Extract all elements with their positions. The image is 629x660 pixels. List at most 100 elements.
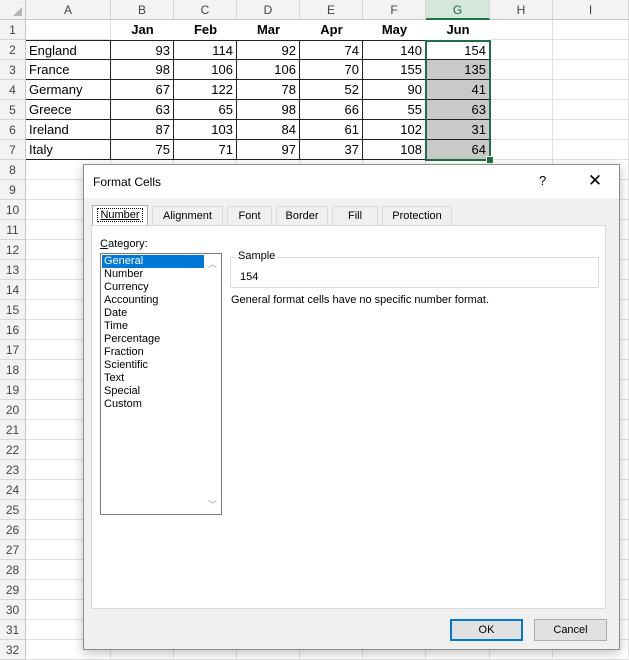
month-header-cell[interactable]: Jan — [111, 20, 174, 40]
value-cell[interactable]: 102 — [363, 120, 426, 140]
country-cell[interactable]: England — [26, 40, 111, 60]
category-item-number[interactable]: Number — [102, 268, 205, 281]
value-cell[interactable]: 92 — [237, 40, 300, 60]
value-cell[interactable]: 71 — [174, 140, 237, 160]
cancel-button[interactable]: Cancel — [534, 619, 607, 641]
value-cell[interactable]: 98 — [111, 60, 174, 80]
row-header-28[interactable]: 28 — [0, 560, 26, 580]
category-listbox[interactable]: General Number Currency Accounting Date Time P… — [100, 253, 222, 515]
category-item-percentage[interactable]: Percentage — [102, 333, 205, 346]
tab-fill[interactable]: Fill — [332, 206, 378, 225]
scroll-up-icon[interactable]: ︿ — [208, 257, 217, 270]
category-item-currency[interactable]: Currency — [102, 281, 205, 294]
row-header-12[interactable]: 12 — [0, 240, 26, 260]
value-cell[interactable]: 98 — [237, 100, 300, 120]
value-cell[interactable]: 93 — [111, 40, 174, 60]
value-cell[interactable]: 87 — [111, 120, 174, 140]
row-header-29[interactable]: 29 — [0, 580, 26, 600]
month-header-cell[interactable]: May — [363, 20, 426, 40]
row-header-11[interactable]: 11 — [0, 220, 26, 240]
row-header-30[interactable]: 30 — [0, 600, 26, 620]
column-header-g[interactable]: G — [426, 0, 490, 20]
row-header-8[interactable]: 8 — [0, 160, 26, 180]
value-cell[interactable]: 70 — [300, 60, 363, 80]
category-item-general[interactable]: General — [102, 255, 205, 268]
tab-alignment[interactable]: Alignment — [152, 206, 223, 225]
help-button[interactable]: ? — [539, 173, 546, 188]
country-cell[interactable]: Greece — [26, 100, 111, 120]
close-icon[interactable]: ✕ — [582, 168, 608, 194]
select-all-corner[interactable] — [0, 0, 26, 20]
fill-handle[interactable] — [486, 156, 494, 164]
row-header-24[interactable]: 24 — [0, 480, 26, 500]
value-cell[interactable]: 63 — [111, 100, 174, 120]
column-header-a[interactable]: A — [26, 0, 111, 20]
scroll-down-icon[interactable]: ﹀ — [208, 498, 217, 511]
row-header-9[interactable]: 9 — [0, 180, 26, 200]
category-item-date[interactable]: Date — [102, 307, 205, 320]
ok-button[interactable]: OK — [450, 619, 523, 641]
category-item-text[interactable]: Text — [102, 372, 205, 385]
row-header-15[interactable]: 15 — [0, 300, 26, 320]
column-header-h[interactable]: H — [490, 0, 553, 20]
category-item-time[interactable]: Time — [102, 320, 205, 333]
row-header-27[interactable]: 27 — [0, 540, 26, 560]
value-cell[interactable]: 90 — [363, 80, 426, 100]
row-header-25[interactable]: 25 — [0, 500, 26, 520]
value-cell[interactable]: 75 — [111, 140, 174, 160]
month-header-cell[interactable]: Jun — [426, 20, 490, 40]
row-header-22[interactable]: 22 — [0, 440, 26, 460]
category-item-fraction[interactable]: Fraction — [102, 346, 205, 359]
row-header-1[interactable]: 1 — [0, 20, 26, 40]
row-header-4[interactable]: 4 — [0, 80, 26, 100]
row-header-18[interactable]: 18 — [0, 360, 26, 380]
row-header-3[interactable]: 3 — [0, 60, 26, 80]
value-cell[interactable]: 74 — [300, 40, 363, 60]
value-cell[interactable]: 55 — [363, 100, 426, 120]
value-cell[interactable]: 122 — [174, 80, 237, 100]
row-header-14[interactable]: 14 — [0, 280, 26, 300]
column-header-e[interactable]: E — [300, 0, 363, 20]
row-header-20[interactable]: 20 — [0, 400, 26, 420]
value-cell[interactable]: 155 — [363, 60, 426, 80]
row-header-23[interactable]: 23 — [0, 460, 26, 480]
value-cell[interactable]: 65 — [174, 100, 237, 120]
value-cell[interactable]: 106 — [237, 60, 300, 80]
tab-number[interactable]: Number — [92, 205, 148, 226]
value-cell[interactable]: 52 — [300, 80, 363, 100]
row-header-2[interactable]: 2 — [0, 40, 26, 60]
row-header-32[interactable]: 32 — [0, 640, 26, 660]
row-header-7[interactable]: 7 — [0, 140, 26, 160]
category-item-custom[interactable]: Custom — [102, 398, 205, 411]
row-header-5[interactable]: 5 — [0, 100, 26, 120]
category-item-special[interactable]: Special — [102, 385, 205, 398]
column-header-d[interactable]: D — [237, 0, 300, 20]
tab-protection[interactable]: Protection — [382, 206, 452, 225]
row-header-17[interactable]: 17 — [0, 340, 26, 360]
country-cell[interactable]: France — [26, 60, 111, 80]
column-header-b[interactable]: B — [111, 0, 174, 20]
category-item-accounting[interactable]: Accounting — [102, 294, 205, 307]
row-header-10[interactable]: 10 — [0, 200, 26, 220]
tab-border[interactable]: Border — [276, 206, 328, 225]
value-cell[interactable]: 67 — [111, 80, 174, 100]
category-item-scientific[interactable]: Scientific — [102, 359, 205, 372]
column-header-f[interactable]: F — [363, 0, 426, 20]
value-cell[interactable]: 114 — [174, 40, 237, 60]
value-cell[interactable]: 84 — [237, 120, 300, 140]
value-cell[interactable]: 78 — [237, 80, 300, 100]
value-cell[interactable]: 61 — [300, 120, 363, 140]
row-header-16[interactable]: 16 — [0, 320, 26, 340]
value-cell[interactable]: 108 — [363, 140, 426, 160]
month-header-cell[interactable]: Mar — [237, 20, 300, 40]
country-cell[interactable]: Italy — [26, 140, 111, 160]
row-header-31[interactable]: 31 — [0, 620, 26, 640]
month-header-cell[interactable]: Feb — [174, 20, 237, 40]
column-header-c[interactable]: C — [174, 0, 237, 20]
value-cell[interactable]: 66 — [300, 100, 363, 120]
row-header-13[interactable]: 13 — [0, 260, 26, 280]
row-header-6[interactable]: 6 — [0, 120, 26, 140]
column-header-i[interactable]: I — [553, 0, 629, 20]
value-cell[interactable]: 106 — [174, 60, 237, 80]
row-header-26[interactable]: 26 — [0, 520, 26, 540]
